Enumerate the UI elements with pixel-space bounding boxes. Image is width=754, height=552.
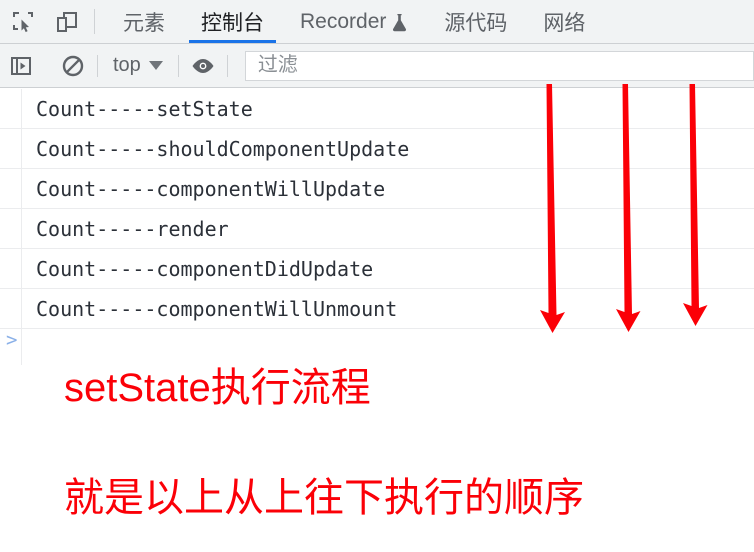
console-log-message: Count-----componentWillUpdate bbox=[36, 176, 386, 201]
log-gutter bbox=[0, 209, 22, 248]
devtools-tab-bar: 元素 控制台 Recorder 源代码 网络 bbox=[0, 0, 754, 44]
execution-context-select[interactable]: top bbox=[107, 54, 169, 77]
tab-network-label: 网络 bbox=[543, 11, 586, 35]
tab-recorder-label: Recorder bbox=[300, 9, 387, 33]
devtools-tabs: 元素 控制台 Recorder 源代码 网络 bbox=[105, 0, 754, 43]
toolbar-divider bbox=[94, 9, 95, 34]
devtools-tool-icons bbox=[0, 0, 82, 43]
console-log-row[interactable]: Count-----setState bbox=[0, 89, 754, 129]
console-sidebar-icon[interactable] bbox=[6, 51, 36, 81]
log-gutter bbox=[0, 289, 22, 328]
console-log-row[interactable]: Count-----render bbox=[0, 209, 754, 249]
console-filter-input[interactable] bbox=[255, 53, 753, 78]
tab-network[interactable]: 网络 bbox=[525, 0, 603, 43]
tab-console[interactable]: 控制台 bbox=[183, 0, 282, 43]
log-gutter bbox=[0, 129, 22, 168]
prompt-chevron-icon: > bbox=[6, 329, 18, 351]
tab-elements-label: 元素 bbox=[123, 11, 165, 35]
flask-icon bbox=[391, 13, 408, 32]
annotation-execution-order: 就是以上从上往下执行的顺序 bbox=[64, 476, 584, 520]
console-log-row[interactable]: Count-----componentWillUpdate bbox=[0, 169, 754, 209]
inspect-element-icon[interactable] bbox=[8, 7, 38, 37]
execution-context-label: top bbox=[113, 54, 141, 76]
console-log-message: Count-----componentDidUpdate bbox=[36, 256, 374, 281]
tab-sources[interactable]: 源代码 bbox=[426, 0, 525, 43]
clear-console-icon[interactable] bbox=[58, 51, 88, 81]
tab-sources-label: 源代码 bbox=[444, 11, 508, 35]
console-log-row[interactable]: Count-----componentWillUnmount bbox=[0, 289, 754, 329]
console-filter-box[interactable] bbox=[244, 50, 754, 81]
toolbar-divider bbox=[97, 54, 98, 77]
console-log-row[interactable]: Count-----shouldComponentUpdate bbox=[0, 129, 754, 169]
log-gutter bbox=[0, 249, 22, 288]
caret-down-icon bbox=[148, 61, 163, 70]
console-log-row[interactable]: Count-----componentDidUpdate bbox=[0, 249, 754, 289]
toolbar-divider bbox=[177, 54, 179, 77]
device-toolbar-icon[interactable] bbox=[52, 7, 82, 37]
annotation-setstate-flow: setState执行流程 bbox=[64, 366, 371, 410]
tab-elements[interactable]: 元素 bbox=[105, 0, 183, 43]
console-log-message: Count-----componentWillUnmount bbox=[36, 296, 398, 321]
console-prompt-row[interactable]: > bbox=[0, 329, 754, 365]
console-log-message: Count-----render bbox=[36, 216, 229, 241]
live-expression-eye-icon[interactable] bbox=[188, 51, 218, 81]
console-prompt-input[interactable] bbox=[22, 329, 754, 365]
tab-console-label: 控制台 bbox=[201, 11, 264, 35]
tab-recorder[interactable]: Recorder bbox=[282, 0, 426, 43]
console-toolbar: top bbox=[0, 44, 754, 88]
prompt-gutter: > bbox=[0, 329, 22, 365]
console-log-message: Count-----shouldComponentUpdate bbox=[36, 136, 410, 161]
toolbar-divider bbox=[226, 54, 228, 77]
log-gutter bbox=[0, 169, 22, 208]
log-gutter bbox=[0, 89, 22, 128]
console-log-message: Count-----setState bbox=[36, 96, 253, 121]
